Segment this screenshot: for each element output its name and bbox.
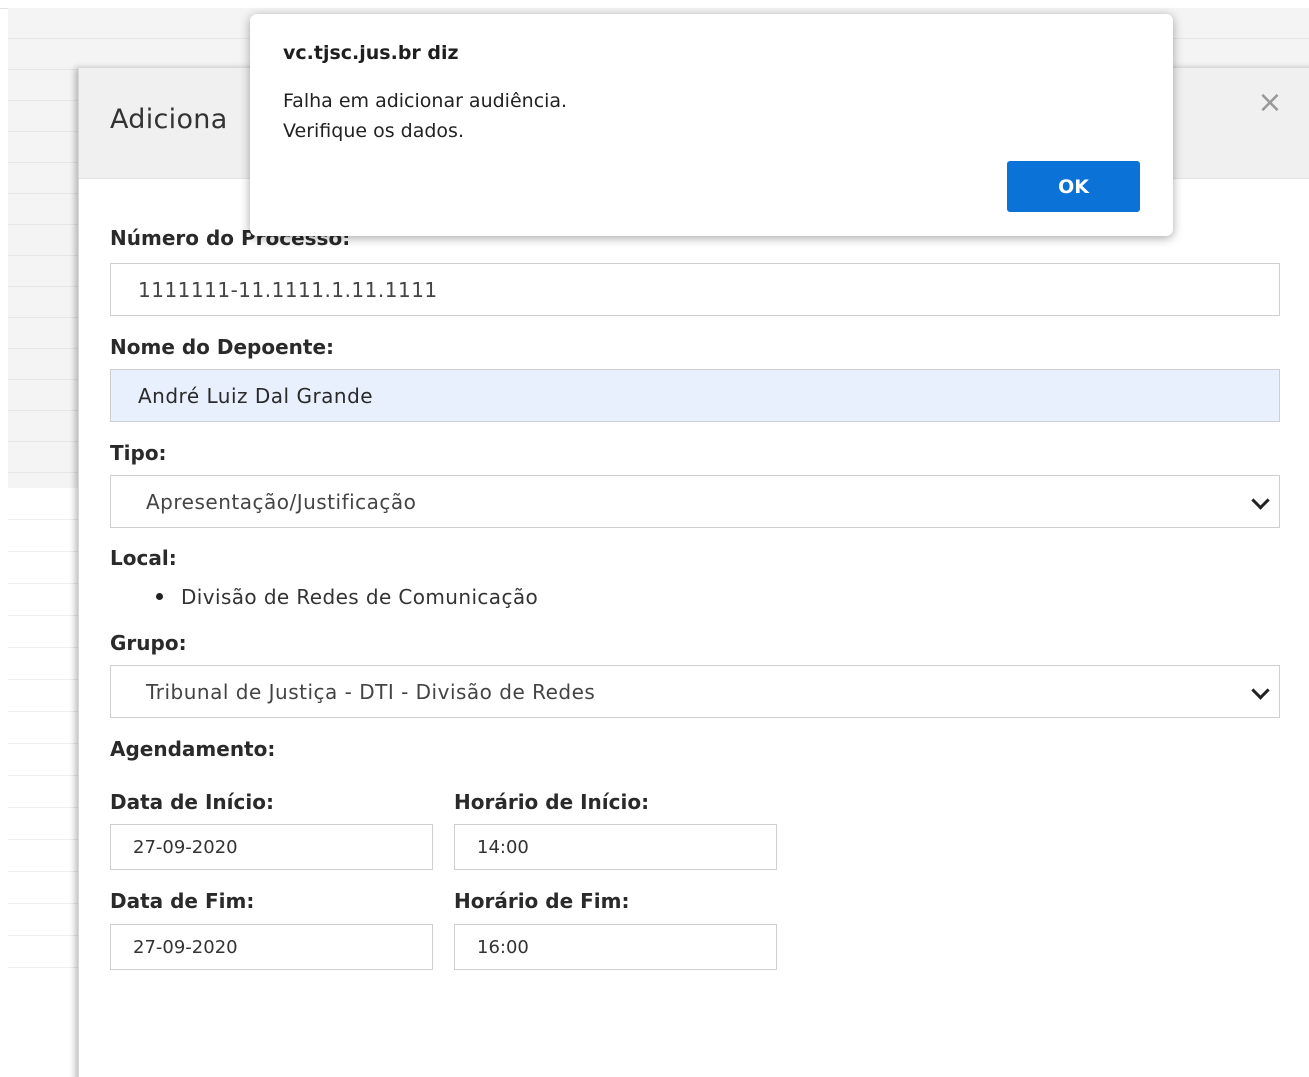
horario-inicio-label: Horário de Início:: [454, 790, 650, 814]
processo-input[interactable]: 1111111-11.1111.1.11.1111: [110, 263, 1280, 316]
tipo-select-value: Apresentação/Justificação: [146, 489, 417, 514]
browser-alert-dialog: vc.tjsc.jus.br diz Falha em adicionar au…: [250, 14, 1173, 236]
agendamento-label: Agendamento:: [110, 737, 276, 761]
local-label: Local:: [110, 546, 177, 570]
page: Adiciona × Número do Processo: 1111111-1…: [0, 0, 1309, 1077]
tipo-select[interactable]: Apresentação/Justificação: [110, 475, 1280, 528]
depoente-input[interactable]: André Luiz Dal Grande: [110, 369, 1280, 422]
grupo-select-value: Tribunal de Justiça - DTI - Divisão de R…: [146, 679, 596, 704]
depoente-label: Nome do Depoente:: [110, 335, 335, 359]
data-fim-label: Data de Fim:: [110, 889, 255, 913]
horario-fim-label: Horário de Fim:: [454, 889, 630, 913]
alert-message-line-2: Verifique os dados.: [283, 120, 464, 142]
close-icon[interactable]: ×: [1255, 88, 1285, 118]
local-list-item: Divisão de Redes de Comunicação: [156, 585, 538, 609]
alert-origin: vc.tjsc.jus.br diz: [283, 42, 459, 64]
data-inicio-input[interactable]: 27-09-2020: [110, 824, 433, 870]
local-item-text: Divisão de Redes de Comunicação: [181, 585, 539, 609]
chevron-down-icon: [1251, 680, 1270, 700]
grupo-label: Grupo:: [110, 631, 187, 655]
modal-title: Adiciona: [110, 104, 228, 135]
data-fim-input[interactable]: 27-09-2020: [110, 924, 433, 970]
horario-fim-input[interactable]: 16:00: [454, 924, 777, 970]
chevron-down-icon: [1251, 490, 1270, 510]
alert-message-line-1: Falha em adicionar audiência.: [283, 90, 568, 112]
tipo-label: Tipo:: [110, 441, 167, 465]
bullet-icon: [156, 593, 163, 600]
ok-button[interactable]: OK: [1007, 161, 1140, 212]
grupo-select[interactable]: Tribunal de Justiça - DTI - Divisão de R…: [110, 665, 1280, 718]
alert-message: Falha em adicionar audiência. Verifique …: [283, 86, 567, 146]
data-inicio-label: Data de Início:: [110, 790, 274, 814]
horario-inicio-input[interactable]: 14:00: [454, 824, 777, 870]
